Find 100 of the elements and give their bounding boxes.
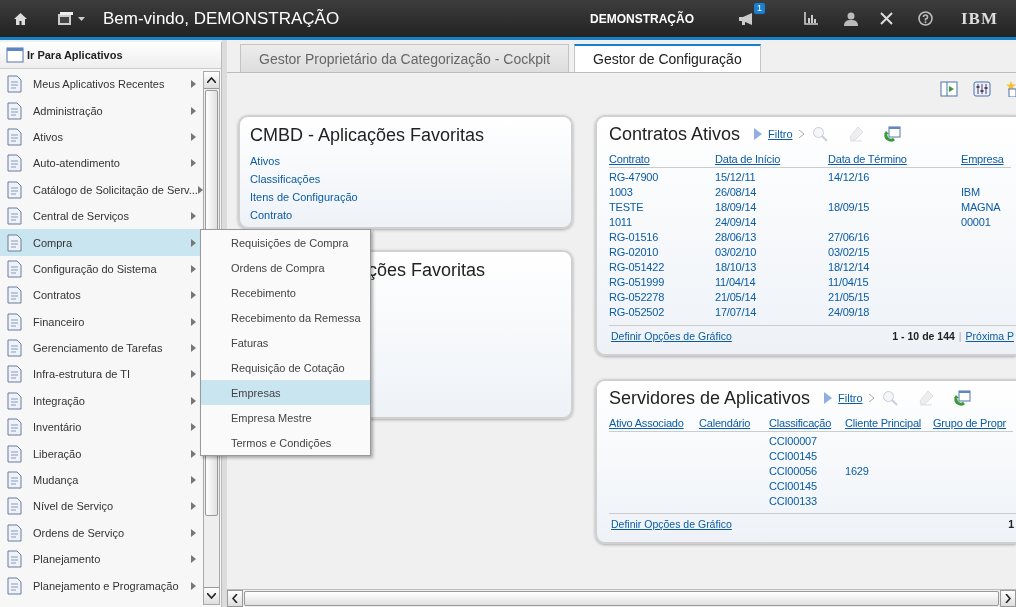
person-icon[interactable] (844, 11, 858, 26)
submenu-item[interactable]: Requisição de Cotação (201, 355, 370, 380)
card-title: Servidores de Aplicativos (609, 387, 811, 409)
table-cell: 21/05/15 (828, 291, 870, 303)
favorite-link[interactable]: Itens de Configuração (250, 188, 561, 206)
table-cell: MAGNA (961, 201, 1001, 213)
submenu-item[interactable]: Requisições de Compra (201, 230, 370, 255)
submenu-arrow-icon (191, 396, 196, 405)
sidebar-item[interactable]: Administração (0, 97, 203, 124)
filter-link[interactable]: Filtro (838, 392, 863, 404)
submenu-item[interactable]: Recebimento (201, 280, 370, 305)
sidebar-item[interactable]: Compra (0, 229, 203, 256)
chevron-up-icon[interactable] (207, 77, 216, 83)
document-icon (4, 575, 24, 596)
table-cell: RG-47900 (609, 171, 659, 183)
chart-options-link[interactable]: Definir Opções de Gráfico (611, 330, 732, 342)
window-icon[interactable] (883, 126, 901, 142)
chart-icon[interactable] (804, 12, 818, 25)
chevron-right-icon[interactable] (1005, 594, 1012, 603)
column-header[interactable]: Cliente Principal (845, 417, 922, 429)
table-cell: 15/12/11 (715, 171, 756, 183)
chevron-left-icon[interactable] (231, 594, 238, 603)
submenu-item[interactable]: Ordens de Compra (201, 255, 370, 280)
table-cell: 18/12/14 (828, 261, 870, 273)
sidebar-item[interactable]: Planejamento e Programação (0, 572, 203, 599)
chevron-down-icon[interactable] (207, 593, 216, 599)
column-header[interactable]: Empresa (961, 153, 1004, 165)
favorite-link[interactable]: Classificações (250, 170, 561, 188)
table-cell: 21/05/14 (715, 291, 757, 303)
sidebar-item[interactable]: Catálogo de Solicitação de Serv... (0, 176, 203, 203)
table-cell: 00001 (961, 216, 991, 228)
document-icon (4, 232, 24, 253)
document-icon (4, 285, 24, 306)
submenu-arrow-icon (191, 502, 196, 511)
document-icon (4, 417, 24, 438)
column-header[interactable]: Grupo de Propr (933, 417, 1007, 429)
column-header[interactable]: Classificação (769, 417, 832, 429)
submenu-item[interactable]: Recebimento da Remessa (201, 305, 370, 330)
window-icon[interactable] (953, 390, 971, 406)
submenu-arrow-icon (191, 370, 196, 379)
sidebar-item[interactable]: Mudança (0, 466, 203, 494)
sidebar-item[interactable]: Ativos (0, 123, 203, 151)
column-header[interactable]: Ativo Associado (609, 417, 684, 429)
document-icon (4, 206, 24, 227)
sidebar-item[interactable]: Gerenciamento de Tarefas (0, 334, 203, 362)
sidebar-item[interactable]: Central de Serviços (0, 202, 203, 230)
card-title: CMBD - Aplicações Favoritas (250, 125, 485, 146)
table-cell: 27/06/16 (828, 231, 870, 243)
sidebar-item[interactable]: Liberação (0, 440, 203, 467)
sidebar-item[interactable]: Financeiro (0, 308, 203, 335)
sidebar-title: Ir Para Aplicativos (27, 49, 123, 61)
document-icon (4, 470, 24, 491)
chart-options-link[interactable]: Definir Opções de Gráfico (611, 518, 732, 530)
sidebar-item[interactable]: Inventário (0, 414, 203, 441)
document-icon (4, 390, 24, 411)
sidebar-item[interactable]: Infra-estrutura de TI (0, 361, 203, 388)
favorite-link[interactable]: Contrato (250, 206, 561, 224)
table-cell: RG-02010 (609, 246, 659, 258)
document-icon (4, 126, 24, 147)
table-cell: 14/12/16 (828, 171, 870, 183)
sidebar-item[interactable]: Integração (0, 387, 203, 415)
sidebar-item[interactable]: Nível de Serviço (0, 493, 203, 520)
document-icon (4, 522, 24, 543)
sidebar-item[interactable]: Configuração do Sistema (0, 255, 203, 283)
column-header[interactable]: Data de Término (828, 153, 907, 165)
table-cell: 24/09/18 (828, 306, 870, 318)
tab[interactable]: Gestor de Configuração (574, 44, 761, 72)
table-cell: 1003 (609, 186, 633, 198)
sidebar-item[interactable]: Planejamento (0, 546, 203, 573)
table-cell: 26/08/14 (715, 186, 757, 198)
table-cell: RG-01516 (609, 231, 659, 243)
table-cell: 03/02/10 (715, 246, 757, 258)
close-icon[interactable] (880, 12, 893, 25)
logo: IBM (961, 8, 998, 29)
submenu-item[interactable]: Empresa Mestre (201, 405, 370, 430)
help-icon[interactable] (918, 11, 933, 26)
document-icon (4, 549, 24, 570)
submenu-arrow-icon (191, 80, 196, 89)
home-icon[interactable] (13, 11, 28, 26)
column-header[interactable]: Contrato (609, 153, 650, 165)
tab[interactable]: Gestor Proprietário da Categorização - Cockpit (240, 44, 570, 72)
user-name[interactable]: DEMONSTRAÇÃO (590, 11, 694, 26)
windows-icon[interactable] (58, 12, 74, 25)
favorite-link[interactable]: Ativos (250, 152, 561, 170)
column-header[interactable]: Data de Início (715, 153, 781, 165)
table-cell: CCI00007 (769, 435, 817, 447)
next-page-link[interactable]: Próxima P (965, 330, 1014, 342)
filter-link[interactable]: Filtro (768, 128, 793, 140)
column-header[interactable]: Calendário (699, 417, 751, 429)
submenu-arrow-icon (191, 291, 196, 300)
horizontal-scrollbar[interactable] (227, 589, 1016, 607)
submenu-arrow-icon (191, 581, 196, 590)
submenu-item[interactable]: Empresas (201, 380, 370, 405)
submenu-item[interactable]: Termos e Condições (201, 430, 370, 455)
submenu-item[interactable]: Faturas (201, 330, 370, 355)
sidebar-item[interactable]: Auto-atendimento (0, 150, 203, 177)
caret-icon[interactable] (78, 16, 85, 21)
sidebar-item[interactable]: Ordens de Serviço (0, 519, 203, 547)
sidebar-item[interactable]: Contratos (0, 282, 203, 309)
sidebar-item[interactable]: Meus Aplicativos Recentes (0, 71, 203, 98)
